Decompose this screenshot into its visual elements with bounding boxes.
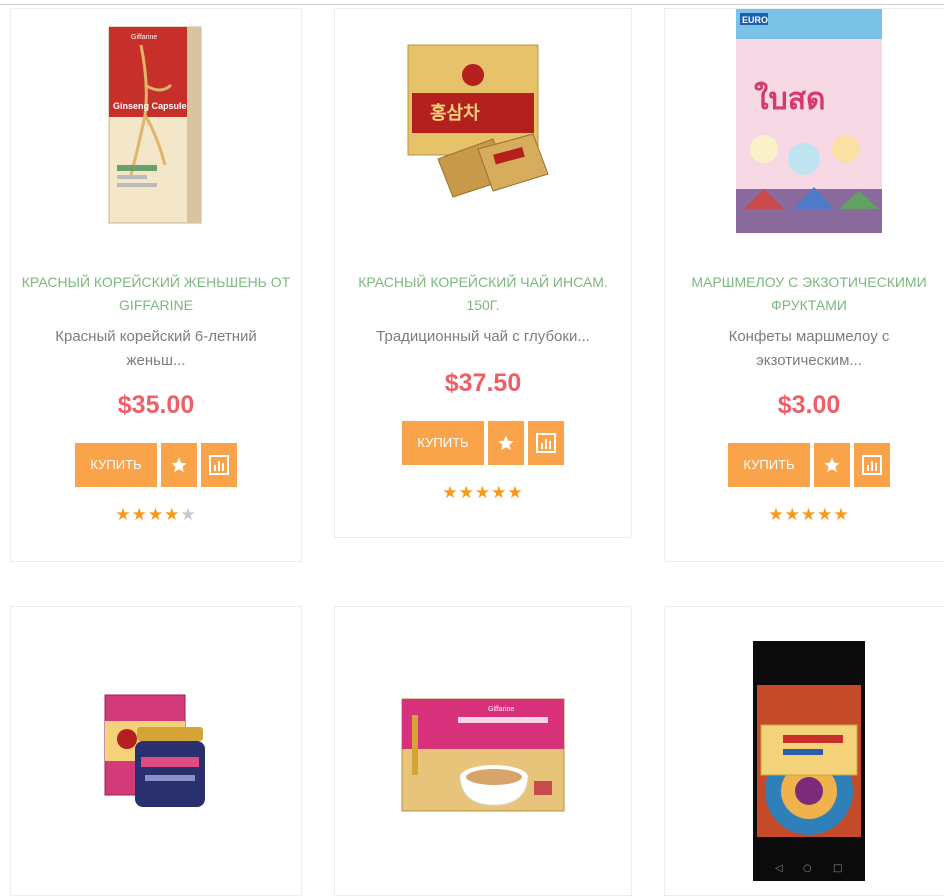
star-icon: ★ <box>115 505 132 524</box>
svg-text:Giffarine: Giffarine <box>488 706 514 713</box>
star-icon: ★ <box>474 483 492 502</box>
rating-stars: ★★★★★ <box>11 505 301 525</box>
product-card: EURO ใบสด Маршмелоу с экзотическими фрук… <box>664 8 944 562</box>
product-card: Giffarine Ginseng Capsule Красный корейс… <box>10 8 302 562</box>
svg-text:EURO: EURO <box>742 15 768 25</box>
star-icon: ★ <box>442 483 459 502</box>
product-actions: КУПИТЬ <box>11 443 301 487</box>
svg-text:ใบสด: ใบสด <box>754 81 825 117</box>
compare-button[interactable] <box>528 421 564 465</box>
svg-text:Ginseng Capsule: Ginseng Capsule <box>113 101 187 111</box>
rating-stars: ★★★★★ <box>665 505 944 525</box>
product-image-ginseng-capsule[interactable]: Giffarine Ginseng Capsule <box>101 25 211 225</box>
star-icon: ★ <box>784 505 801 524</box>
compare-button[interactable] <box>201 443 237 487</box>
rating-stars: ★★★★★ <box>335 483 631 503</box>
product-card: Giffarine <box>334 606 632 896</box>
star-icon: ★ <box>147 505 165 524</box>
bar-chart-icon <box>209 455 229 475</box>
compare-button[interactable] <box>854 443 890 487</box>
star-icon: ★ <box>800 505 818 524</box>
product-image-ginseng-coffee[interactable]: Giffarine <box>398 695 568 815</box>
product-price: $35.00 <box>117 391 195 419</box>
svg-text:◁: ◁ <box>775 863 783 874</box>
product-image-marshmallow[interactable]: EURO ใบสด <box>734 9 884 235</box>
star-empty-icon: ★ <box>180 505 197 524</box>
buy-button[interactable]: КУПИТЬ <box>728 443 810 487</box>
product-card: 홍삼차 Красный корейский чай Инсам. 150г. Т… <box>334 8 632 538</box>
product-image-phone-photo[interactable]: ◁ ○ □ <box>753 641 865 881</box>
star-icon: ★ <box>491 483 508 502</box>
product-price: $3.00 <box>777 391 841 419</box>
wishlist-button[interactable] <box>488 421 524 465</box>
svg-text:Giffarine: Giffarine <box>131 34 157 41</box>
product-actions: КУПИТЬ <box>665 443 944 487</box>
product-description: Красный корейский 6-летний женьш... <box>55 328 257 369</box>
star-icon <box>171 457 187 472</box>
star-icon: ★ <box>817 505 834 524</box>
star-icon: ★ <box>833 505 850 524</box>
product-card <box>10 606 302 896</box>
product-description: Конфеты маршмелоу с экзотическим... <box>728 328 890 369</box>
product-title[interactable]: Красный корейский женьшень от GIFFARINE <box>21 271 291 317</box>
bar-chart-icon <box>536 433 556 453</box>
product-card: ◁ ○ □ <box>664 606 944 896</box>
product-image-ginseng-extract[interactable] <box>101 691 211 811</box>
buy-button[interactable]: КУПИТЬ <box>75 443 157 487</box>
svg-text:홍삼차: 홍삼차 <box>430 102 480 124</box>
buy-button[interactable]: КУПИТЬ <box>402 421 484 465</box>
product-price: $37.50 <box>444 369 522 397</box>
svg-text:□: □ <box>833 863 842 874</box>
product-actions: КУПИТЬ <box>335 421 631 465</box>
product-image-red-ginseng-tea[interactable]: 홍삼차 <box>398 39 568 199</box>
star-icon: ★ <box>131 505 148 524</box>
svg-text:○: ○ <box>803 863 812 874</box>
wishlist-button[interactable] <box>814 443 850 487</box>
star-icon: ★ <box>458 483 475 502</box>
star-icon <box>824 457 840 472</box>
star-icon: ★ <box>768 505 785 524</box>
star-icon: ★ <box>164 505 181 524</box>
product-title[interactable]: Красный корейский чай Инсам. 150г. <box>345 271 621 317</box>
product-title[interactable]: Маршмелоу с экзотическими фруктами <box>675 271 943 317</box>
bar-chart-icon <box>862 455 882 475</box>
star-icon <box>498 435 514 450</box>
wishlist-button[interactable] <box>161 443 197 487</box>
star-icon: ★ <box>507 483 524 502</box>
product-description: Традиционный чай с глубоки... <box>376 328 590 345</box>
top-divider <box>0 0 944 5</box>
